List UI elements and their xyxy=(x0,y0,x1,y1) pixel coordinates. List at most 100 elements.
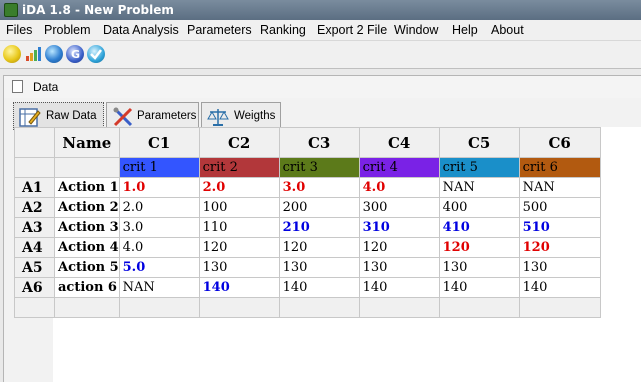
bar-chart-icon[interactable] xyxy=(24,45,42,63)
criterion-cell[interactable]: crit 1 xyxy=(118,157,200,178)
criterion-cell[interactable]: crit 2 xyxy=(198,157,280,178)
empty-cell[interactable] xyxy=(358,297,440,318)
name-column-header[interactable]: Name xyxy=(54,127,120,158)
data-cell[interactable]: 3.0 xyxy=(118,217,200,238)
menu-ranking[interactable]: Ranking xyxy=(260,23,306,37)
column-header-c6[interactable]: C6 xyxy=(518,127,601,158)
grid-header-row: Name C1 C2 C3 C4 C5 C6 xyxy=(14,127,601,158)
data-cell[interactable]: 130 xyxy=(518,257,601,278)
data-cell[interactable]: 5.0 xyxy=(118,257,200,278)
check-icon[interactable] xyxy=(87,45,105,63)
tab-parameters[interactable]: Parameters xyxy=(106,102,199,130)
data-cell[interactable]: 140 xyxy=(358,277,440,298)
frame-title-bar[interactable]: Data xyxy=(4,76,641,98)
data-cell[interactable]: 120 xyxy=(438,237,520,258)
data-cell[interactable]: 1.0 xyxy=(118,177,200,198)
data-cell[interactable]: 100 xyxy=(198,197,280,218)
column-header-c2[interactable]: C2 xyxy=(198,127,280,158)
action-name-cell[interactable]: Action 3 xyxy=(54,217,120,238)
data-cell[interactable]: 120 xyxy=(518,237,601,258)
data-cell[interactable]: 120 xyxy=(278,237,360,258)
row-header[interactable]: A3 xyxy=(14,217,55,238)
data-cell[interactable]: 130 xyxy=(358,257,440,278)
data-cell[interactable]: 140 xyxy=(518,277,601,298)
data-cell[interactable]: 120 xyxy=(198,237,280,258)
menu-help[interactable]: Help xyxy=(452,23,478,37)
row-header[interactable]: A4 xyxy=(14,237,55,258)
criterion-cell[interactable]: crit 5 xyxy=(438,157,520,178)
data-cell[interactable]: 410 xyxy=(438,217,520,238)
data-cell[interactable]: 120 xyxy=(358,237,440,258)
table-row: A6 action 6 NAN 140 140 140 140 140 xyxy=(14,277,601,298)
refresh-icon[interactable]: G xyxy=(66,45,84,63)
menu-data-analysis[interactable]: Data Analysis xyxy=(103,23,179,37)
menu-bar: Files Problem Data Analysis Parameters R… xyxy=(0,20,641,41)
raw-data-grid: Name C1 C2 C3 C4 C5 C6 crit 1 crit 2 crit 3 crit 4… xyxy=(14,127,601,318)
row-header[interactable]: A6 xyxy=(14,277,55,298)
action-name-cell[interactable]: Action 1 xyxy=(54,177,120,198)
corner-cell xyxy=(14,127,55,158)
data-cell[interactable]: 130 xyxy=(198,257,280,278)
table-row: A3 Action 3 3.0 110 210 310 410 510 xyxy=(14,217,601,238)
window-title-bar: iDA 1.8 - New Problem xyxy=(0,0,641,20)
data-cell[interactable]: 4.0 xyxy=(118,237,200,258)
empty-cell[interactable] xyxy=(438,297,520,318)
data-cell[interactable]: 110 xyxy=(198,217,280,238)
data-cell[interactable]: NAN xyxy=(118,277,200,298)
data-cell[interactable]: 2.0 xyxy=(118,197,200,218)
empty-cell[interactable] xyxy=(118,297,200,318)
action-name-cell[interactable]: action 6 xyxy=(54,277,120,298)
criteria-name-cell xyxy=(54,157,120,178)
row-header[interactable]: A2 xyxy=(14,197,55,218)
column-header-c4[interactable]: C4 xyxy=(358,127,440,158)
menu-files[interactable]: Files xyxy=(6,23,32,37)
empty-cell[interactable] xyxy=(198,297,280,318)
data-cell[interactable]: 2.0 xyxy=(198,177,280,198)
tab-raw-data[interactable]: Raw Data xyxy=(13,102,104,130)
empty-cell[interactable] xyxy=(14,297,55,318)
data-cell[interactable]: 210 xyxy=(278,217,360,238)
data-cell[interactable]: 3.0 xyxy=(278,177,360,198)
menu-window[interactable]: Window xyxy=(394,23,438,37)
data-cell[interactable]: NAN xyxy=(518,177,601,198)
menu-export-2-file[interactable]: Export 2 File xyxy=(317,23,387,37)
data-cell[interactable]: 140 xyxy=(198,277,280,298)
row-header[interactable]: A1 xyxy=(14,177,55,198)
column-header-c5[interactable]: C5 xyxy=(438,127,520,158)
action-name-cell[interactable]: Action 5 xyxy=(54,257,120,278)
data-cell[interactable]: 200 xyxy=(278,197,360,218)
column-header-c3[interactable]: C3 xyxy=(278,127,360,158)
data-cell[interactable]: 500 xyxy=(518,197,601,218)
data-cell[interactable]: 140 xyxy=(438,277,520,298)
data-cell[interactable]: 130 xyxy=(438,257,520,278)
data-cell[interactable]: 4.0 xyxy=(358,177,440,198)
data-cell[interactable]: 310 xyxy=(358,217,440,238)
menu-about[interactable]: About xyxy=(491,23,524,37)
criterion-cell[interactable]: crit 4 xyxy=(358,157,440,178)
empty-cell[interactable] xyxy=(54,297,120,318)
lightbulb-icon[interactable] xyxy=(3,45,21,63)
globe-icon[interactable] xyxy=(45,45,63,63)
menu-parameters[interactable]: Parameters xyxy=(187,23,252,37)
scales-icon xyxy=(207,106,229,128)
svg-text:G: G xyxy=(71,48,80,61)
empty-cell[interactable] xyxy=(518,297,601,318)
data-cell[interactable]: NAN xyxy=(438,177,520,198)
frame-title: Data xyxy=(33,80,59,94)
action-name-cell[interactable]: Action 4 xyxy=(54,237,120,258)
menu-problem[interactable]: Problem xyxy=(44,23,91,37)
data-cell[interactable]: 140 xyxy=(278,277,360,298)
data-cell[interactable]: 510 xyxy=(518,217,601,238)
tab-weigths[interactable]: Weigths xyxy=(201,102,281,130)
criterion-cell[interactable]: crit 3 xyxy=(278,157,360,178)
empty-cell[interactable] xyxy=(278,297,360,318)
edit-table-icon xyxy=(19,106,41,128)
data-cell[interactable]: 400 xyxy=(438,197,520,218)
action-name-cell[interactable]: Action 2 xyxy=(54,197,120,218)
data-cell[interactable]: 300 xyxy=(358,197,440,218)
criteria-row: crit 1 crit 2 crit 3 crit 4 crit 5 crit 6 xyxy=(14,157,601,178)
row-header[interactable]: A5 xyxy=(14,257,55,278)
criterion-cell[interactable]: crit 6 xyxy=(518,157,601,178)
column-header-c1[interactable]: C1 xyxy=(118,127,200,158)
data-cell[interactable]: 130 xyxy=(278,257,360,278)
